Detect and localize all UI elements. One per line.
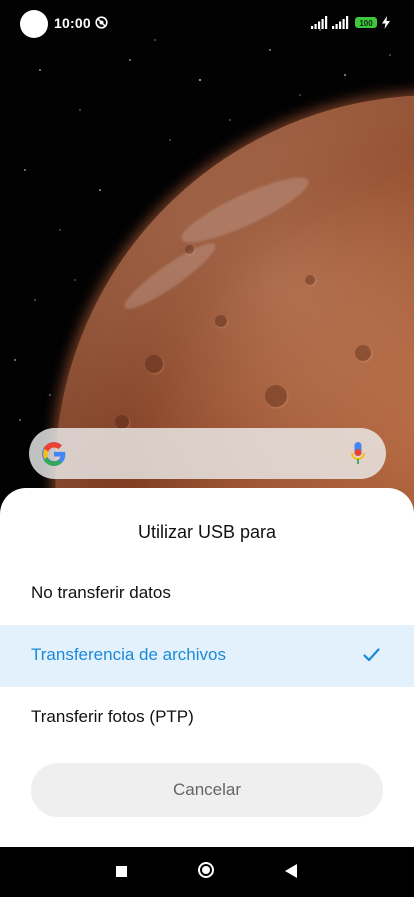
microphone-icon[interactable]: [350, 441, 366, 467]
google-logo-icon: [42, 442, 66, 466]
option-file-transfer[interactable]: Transferencia de archivos: [0, 625, 414, 687]
status-time: 10:00: [54, 15, 91, 31]
option-label: No transferir datos: [31, 583, 171, 602]
battery-level: 100: [359, 19, 373, 28]
phone-screen: 10:00 100 Utilizar USB para No transferi…: [0, 0, 414, 897]
do-not-disturb-icon: [95, 16, 108, 29]
navigation-bar: [0, 847, 414, 897]
recents-icon[interactable]: [116, 866, 127, 877]
signal-icon: [332, 16, 349, 29]
back-icon[interactable]: [285, 864, 297, 878]
camera-cutout: [20, 10, 48, 38]
cancel-button-label: Cancelar: [172, 780, 242, 799]
dialog-title: Utilizar USB para: [137, 522, 277, 542]
option-transfer-photos[interactable]: Transferir fotos (PTP): [0, 687, 414, 749]
check-icon: [363, 648, 380, 662]
usb-mode-dialog: Utilizar USB para No transferir datos Tr…: [0, 488, 414, 847]
charging-icon: [382, 16, 390, 29]
status-bar: 10:00 100: [0, 0, 414, 46]
home-icon[interactable]: [198, 862, 214, 878]
option-label: Transferencia de archivos: [31, 645, 226, 664]
option-label: Transferir fotos (PTP): [31, 707, 194, 726]
google-search-bar[interactable]: [29, 428, 386, 479]
battery-icon: 100: [355, 17, 377, 28]
signal-icon: [311, 16, 328, 29]
option-no-transfer[interactable]: No transferir datos: [0, 563, 414, 625]
cancel-button[interactable]: Cancelar: [31, 763, 383, 817]
